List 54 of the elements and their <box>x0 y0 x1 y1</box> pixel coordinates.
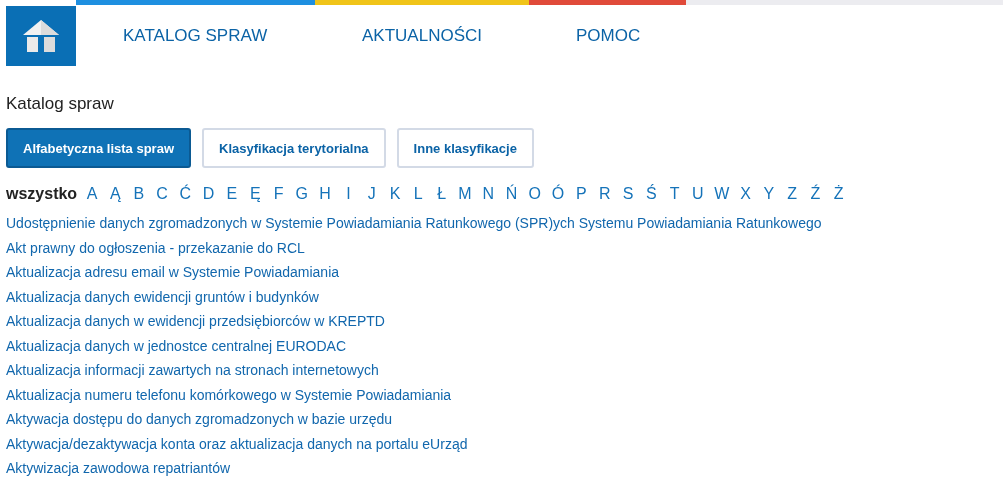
letter-filter[interactable]: K <box>388 185 402 203</box>
letter-filter[interactable]: H <box>318 185 333 203</box>
letter-filter[interactable]: X <box>738 185 753 203</box>
letter-filter[interactable]: A <box>85 185 100 203</box>
letter-filter[interactable]: Y <box>761 185 776 203</box>
letter-filter[interactable]: O <box>527 185 542 203</box>
letter-filter[interactable]: Ł <box>434 185 449 203</box>
case-link[interactable]: Aktualizacja adresu email w Systemie Powiadamiania <box>6 260 997 285</box>
letter-filter[interactable]: D <box>201 185 216 203</box>
letter-filter[interactable]: T <box>667 185 682 203</box>
case-link[interactable]: Aktualizacja numeru telefonu komórkowego w Systemie Powiadamiania <box>6 382 997 407</box>
letter-filter[interactable]: U <box>690 185 705 203</box>
home-button[interactable] <box>6 6 76 66</box>
letter-filter[interactable]: G <box>294 185 309 203</box>
case-link[interactable]: Aktywacja/dezaktywacja konta oraz aktualizacja danych na portalu eUrząd <box>6 431 997 456</box>
letter-filter[interactable]: Z <box>785 185 800 203</box>
letter-filter[interactable]: R <box>597 185 612 203</box>
letter-filter[interactable]: S <box>620 185 635 203</box>
case-link[interactable]: Aktywacja dostępu do danych zgromadzonych w bazie urzędu <box>6 407 997 432</box>
case-link[interactable]: Aktywizacja zawodowa repatriantów <box>6 456 997 481</box>
letter-filter[interactable]: Ó <box>551 185 566 203</box>
letter-filter[interactable]: Ą <box>108 185 123 203</box>
nav-link[interactable]: KATALOG SPRAW <box>123 25 362 46</box>
case-link[interactable]: Aktualizacja informacji zawartych na stronach internetowych <box>6 358 997 383</box>
letter-filter[interactable]: wszystko <box>6 185 78 203</box>
case-link[interactable]: Udostępnienie danych zgromadzonych w Systemie Powiadamiania Ratunkowego (SPR)ych Systemu Powiadamiania Ratunkowego <box>6 211 997 236</box>
letter-filter[interactable]: L <box>411 185 426 203</box>
letter-filter[interactable]: Ś <box>644 185 659 203</box>
letter-filter[interactable]: E <box>224 185 239 203</box>
case-link[interactable]: Aktualizacja danych w ewidencji przedsiębiorców w KREPTD <box>6 309 997 334</box>
letter-filter[interactable]: Ń <box>504 185 519 203</box>
tab[interactable]: Inne klasyfikacje <box>396 128 534 168</box>
letter-filter[interactable]: Ż <box>831 185 846 203</box>
letter-filter[interactable]: Ź <box>808 185 823 203</box>
case-link[interactable]: Aktualizacja danych ewidencji gruntów i budynków <box>6 284 997 309</box>
nav-link[interactable]: POMOC <box>576 25 726 46</box>
case-link[interactable]: Aktualizacja danych w jednostce centralnej EURODAC <box>6 333 997 358</box>
letter-filter[interactable]: P <box>574 185 589 203</box>
letter-filter[interactable]: J <box>364 185 379 203</box>
letter-filter[interactable]: W <box>714 185 730 203</box>
letter-filter[interactable]: B <box>131 185 146 203</box>
page-heading: Katalog spraw <box>6 94 115 114</box>
case-link[interactable]: Akt prawny do ogłoszenia - przekazanie do RCL <box>6 235 997 260</box>
tab[interactable]: Alfabetyczna lista spraw <box>6 128 191 168</box>
home-icon <box>22 19 60 53</box>
letter-filter[interactable]: N <box>481 185 496 203</box>
letter-filter[interactable]: M <box>457 185 472 203</box>
letter-filter[interactable]: I <box>341 185 356 203</box>
letter-filter[interactable]: F <box>271 185 286 203</box>
nav-link[interactable]: AKTUALNOŚCI <box>362 25 576 46</box>
letter-filter[interactable]: Ę <box>248 185 263 203</box>
tab[interactable]: Klasyfikacja terytorialna <box>202 128 386 168</box>
letter-filter[interactable]: C <box>155 185 170 203</box>
letter-filter[interactable]: Ć <box>178 185 193 203</box>
